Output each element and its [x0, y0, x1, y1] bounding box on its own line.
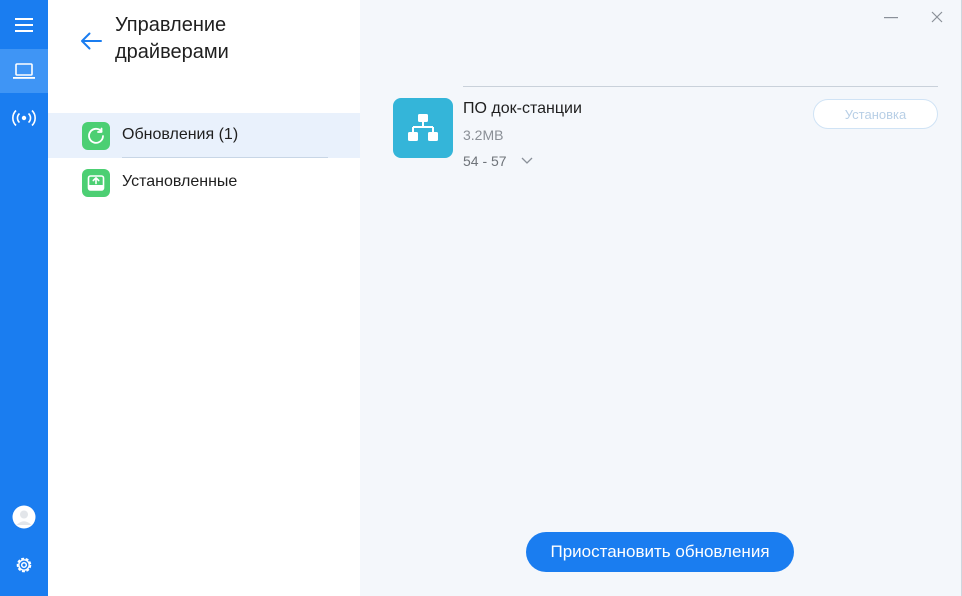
minimize-button[interactable]: [878, 6, 904, 28]
sidebar: Управление драйверами Обновления (1) Уст…: [48, 0, 360, 596]
gear-icon: [16, 557, 32, 573]
close-button[interactable]: [924, 6, 950, 28]
installed-icon: [82, 169, 110, 197]
chevron-down-icon: [521, 157, 533, 165]
minimize-icon: [884, 17, 898, 19]
sidebar-item-label: Установленные: [122, 173, 238, 190]
driver-version[interactable]: 54 - 57: [463, 153, 533, 169]
refresh-icon: [82, 122, 110, 150]
sidebar-item-label: Обновления (1): [122, 126, 239, 143]
device-nav-button[interactable]: [0, 49, 48, 93]
divider: [122, 157, 328, 158]
avatar: [12, 505, 36, 529]
menu-icon: [15, 18, 33, 32]
version-text: 54 - 57: [463, 153, 507, 169]
broadcast-icon: [12, 109, 36, 127]
install-button[interactable]: Установка: [813, 99, 938, 129]
main-panel: ПО док-станции 3.2MB 54 - 57 Установка П…: [360, 0, 962, 596]
hierarchy-icon: [408, 114, 438, 141]
connectivity-nav-button[interactable]: [0, 96, 48, 140]
page-title: Управление драйверами: [115, 14, 229, 63]
sidebar-item-installed[interactable]: Установленные: [48, 160, 360, 205]
account-button[interactable]: [0, 495, 48, 539]
nav-rail: [0, 0, 48, 596]
sidebar-item-updates[interactable]: Обновления (1): [48, 113, 360, 158]
driver-size: 3.2MB: [463, 127, 504, 143]
arrow-left-icon: [81, 32, 102, 50]
back-button[interactable]: [78, 28, 104, 54]
close-icon: [931, 11, 943, 23]
divider: [463, 86, 938, 87]
laptop-icon: [13, 63, 35, 79]
driver-icon: [393, 98, 453, 158]
menu-button[interactable]: [0, 3, 48, 47]
pause-updates-button[interactable]: Приостановить обновления: [526, 532, 794, 572]
driver-name: ПО док-станции: [463, 100, 582, 117]
settings-button[interactable]: [0, 543, 48, 587]
